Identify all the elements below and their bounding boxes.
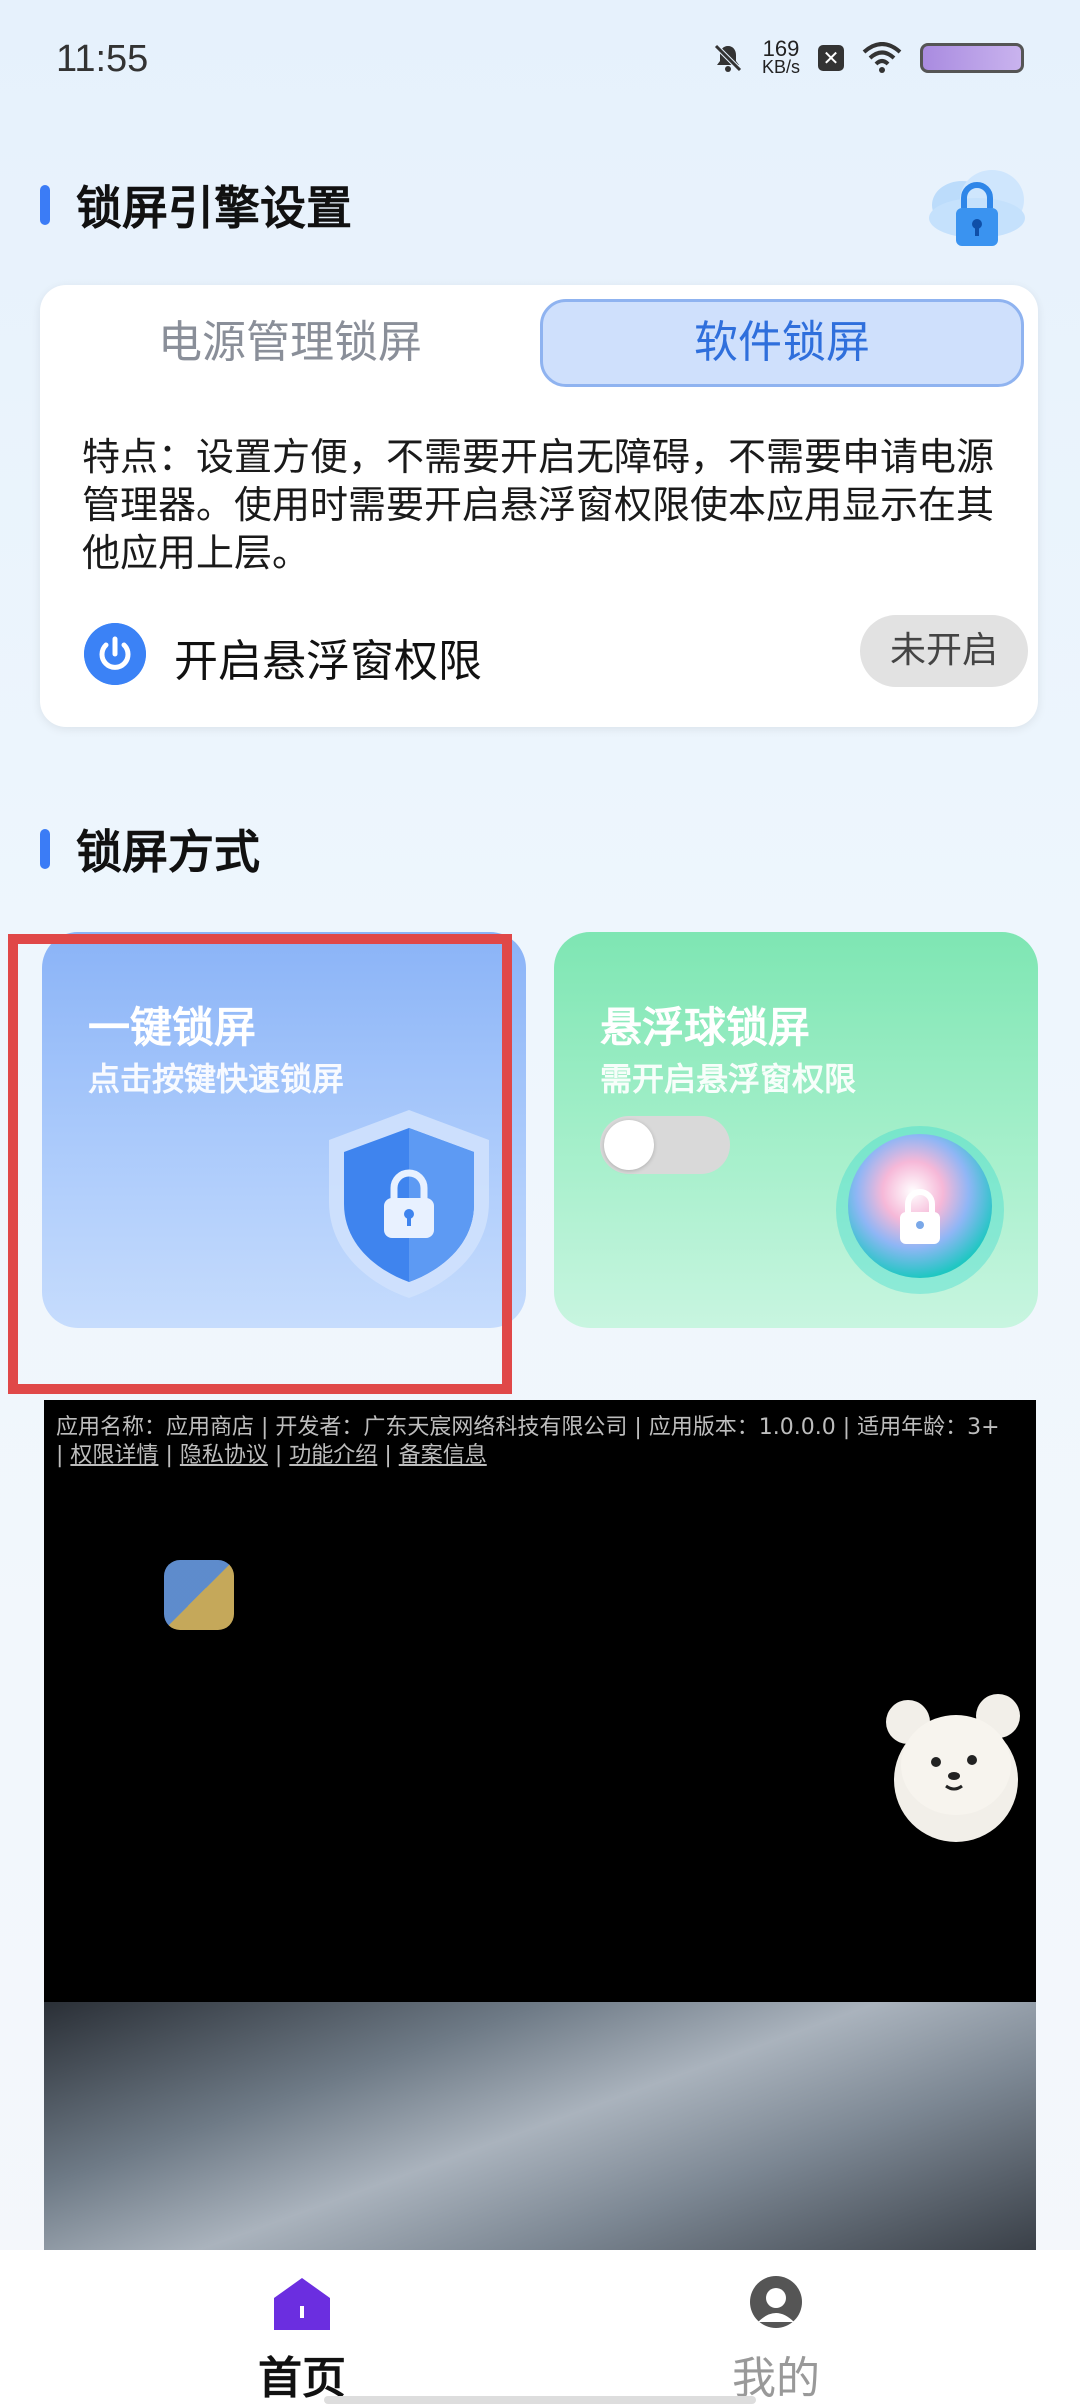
cloud-lock-icon bbox=[929, 170, 1025, 246]
ad-banner[interactable]: 应用名称：应用商店 | 开发者：广东天宸网络科技有限公司 | 应用版本：1.0.… bbox=[44, 1400, 1036, 2250]
power-icon bbox=[84, 623, 146, 685]
overlay-permission-label: 开启悬浮窗权限 bbox=[174, 636, 482, 687]
floating-ball-lock-title: 悬浮球锁屏 bbox=[600, 1003, 811, 1052]
ad-link-privacy[interactable]: 隐私协议 bbox=[180, 1443, 268, 1468]
wifi-icon bbox=[862, 42, 902, 73]
bear-icon bbox=[886, 1694, 1020, 1842]
status-icons: 169 KB/s ✕ bbox=[712, 36, 1024, 77]
engine-title-text: 锁屏引擎设置 bbox=[76, 181, 352, 235]
title-accent-bar bbox=[40, 185, 50, 225]
feature-description: 特点：设置方便，不需要开启无障碍，不需要申请电源管理器。使用时需要开启悬浮窗权限… bbox=[82, 435, 995, 575]
nav-item-home[interactable]: 首页 bbox=[192, 2276, 412, 2406]
bell-muted-icon bbox=[714, 44, 742, 72]
ad-app-icon bbox=[164, 1560, 234, 1630]
lock-mode-section-title: 锁屏方式 bbox=[40, 816, 260, 882]
status-time: 11:55 bbox=[56, 38, 149, 80]
engine-settings-card: 电源管理锁屏 软件锁屏 特点：设置方便，不需要开启无障碍，不需要申请电源管理器。… bbox=[40, 285, 1038, 727]
overlay-permission-status-button[interactable]: 未开启 bbox=[860, 615, 1028, 687]
ad-link-features[interactable]: 功能介绍 bbox=[289, 1443, 377, 1468]
lock-mode-title-text: 锁屏方式 bbox=[76, 825, 260, 879]
ad-app-info: 应用名称：应用商店 | 开发者：广东天宸网络科技有限公司 | 应用版本：1.0.… bbox=[56, 1415, 1000, 1468]
speed-unit: KB/s bbox=[761, 57, 800, 77]
ad-info-line: 应用名称：应用商店 | 开发者：广东天宸网络科技有限公司 | 应用版本：1.0.… bbox=[56, 1415, 1000, 1440]
nav-item-mine[interactable]: 我的 bbox=[666, 2276, 886, 2406]
speed-value: 169 bbox=[762, 36, 800, 61]
highlight-annotation-box bbox=[8, 934, 512, 1394]
network-speed: 169 KB/s bbox=[761, 36, 800, 77]
gesture-home-bar bbox=[324, 2396, 756, 2404]
battery-icon bbox=[920, 43, 1024, 73]
ad-link-filing[interactable]: 备案信息 bbox=[399, 1443, 487, 1468]
toggle-knob bbox=[604, 1120, 654, 1170]
floating-ball-lock-subtitle: 需开启悬浮窗权限 bbox=[600, 1060, 857, 1098]
status-bar: 11:55 169 KB/s ✕ bbox=[0, 0, 1080, 120]
engine-section-title: 锁屏引擎设置 bbox=[40, 172, 352, 238]
floating-ball-toggle[interactable] bbox=[600, 1116, 730, 1174]
user-icon bbox=[750, 2276, 802, 2328]
overlay-permission-row[interactable]: 开启悬浮窗权限 未开启 bbox=[84, 615, 1028, 693]
tab-software-lock[interactable]: 软件锁屏 bbox=[540, 299, 1024, 387]
bottom-navigation: 首页 我的 bbox=[0, 2250, 1080, 2408]
ad-link-permissions[interactable]: 权限详情 bbox=[70, 1443, 158, 1468]
home-icon bbox=[274, 2278, 330, 2330]
tab-power-management-lock[interactable]: 电源管理锁屏 bbox=[60, 299, 520, 387]
floating-ball-lock-card[interactable]: 悬浮球锁屏 需开启悬浮窗权限 bbox=[554, 932, 1038, 1328]
floating-orb-lock-icon bbox=[836, 1126, 1004, 1294]
ad-photo bbox=[44, 2002, 1036, 2250]
close-notification-icon: ✕ bbox=[818, 45, 844, 71]
title-accent-bar bbox=[40, 829, 50, 869]
